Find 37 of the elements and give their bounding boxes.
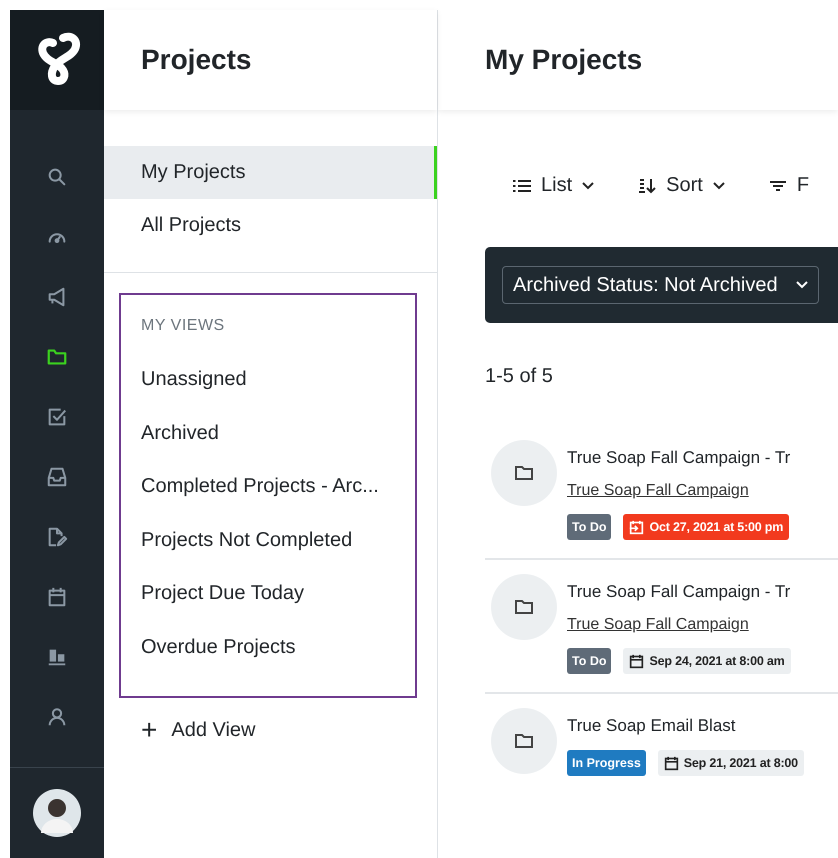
result-count: 1-5 of 5 (485, 365, 554, 388)
campaign-link[interactable]: True Soap Fall Campaign (567, 482, 790, 500)
list-icon (513, 178, 531, 194)
folder-icon (515, 733, 533, 749)
toolbar-button[interactable]: List (513, 174, 594, 197)
view-item[interactable]: Archived (141, 406, 395, 460)
section-heading: MY VIEWS (141, 317, 226, 335)
view-item[interactable]: Project Due Today (141, 567, 395, 620)
add-view-link[interactable]: Add View (171, 718, 256, 742)
filter-icon (768, 178, 787, 192)
archived-status-select[interactable]: Archived Status: Not Archived (502, 266, 819, 304)
project-title[interactable]: True Soap Fall Campaign - Tr (567, 582, 791, 602)
status-badge: In Progress (567, 750, 646, 776)
avatar[interactable] (33, 789, 81, 837)
folder-icon (515, 465, 533, 481)
sort-icon (638, 176, 656, 194)
page-title: My Projects (484, 44, 642, 76)
chevron-down-icon (796, 281, 808, 289)
nav-item[interactable]: My Projects (104, 146, 437, 199)
due-date-badge: Sep 24, 2021 at 8:00 am (623, 648, 791, 674)
toolbar-button[interactable]: Sort (638, 174, 725, 197)
folder-icon (515, 599, 533, 615)
due-date-badge: Sep 21, 2021 at 8:00 (658, 750, 804, 776)
plus-icon[interactable]: + (141, 716, 158, 744)
project-title[interactable]: True Soap Fall Campaign - Tr (567, 448, 790, 468)
view-item[interactable]: Unassigned (141, 353, 395, 406)
view-item[interactable]: Completed Projects - Arc... (141, 460, 395, 514)
panel-title: Projects (140, 44, 252, 76)
view-item[interactable]: Overdue Projects (141, 620, 395, 674)
toolbar-button[interactable]: F (768, 174, 810, 197)
nav-item[interactable]: All Projects (104, 199, 437, 252)
due-date-badge: Oct 27, 2021 at 5:00 pm (623, 514, 790, 540)
project-title[interactable]: True Soap Email Blast (567, 716, 804, 736)
view-item[interactable]: Projects Not Completed (141, 514, 395, 567)
campaign-link[interactable]: True Soap Fall Campaign (567, 616, 791, 634)
status-badge: To Do (567, 514, 612, 540)
status-badge: To Do (567, 648, 612, 674)
